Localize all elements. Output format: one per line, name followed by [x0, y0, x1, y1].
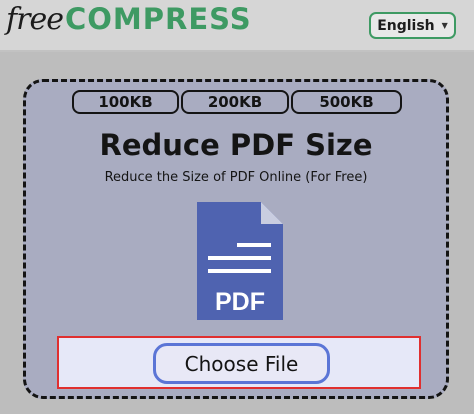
pdf-icon-label: PDF — [215, 288, 265, 316]
page-title: Reduce PDF Size — [99, 128, 373, 162]
size-preset-500kb[interactable]: 500KB — [291, 90, 402, 114]
page-subtitle: Reduce the Size of PDF Online (For Free) — [104, 170, 368, 185]
pdf-file-icon: PDF — [197, 202, 283, 320]
language-label: English — [377, 17, 435, 34]
choose-file-button[interactable]: Choose File — [153, 343, 330, 384]
size-preset-group: 100KB 200KB 500KB — [72, 90, 402, 114]
logo-name: COMPRESS — [64, 2, 252, 36]
site-logo[interactable]: free COMPRESS — [6, 2, 252, 46]
site-header: free COMPRESS English ▼ — [0, 0, 474, 52]
upload-card: 100KB 200KB 500KB Reduce PDF Size Reduce… — [23, 79, 449, 399]
language-selector[interactable]: English ▼ — [369, 12, 456, 39]
file-drop-zone[interactable]: Choose File — [57, 336, 421, 389]
size-preset-200kb[interactable]: 200KB — [181, 90, 289, 114]
logo-prefix: free — [6, 2, 64, 37]
caret-down-icon: ▼ — [441, 21, 448, 30]
size-preset-100kb[interactable]: 100KB — [72, 90, 179, 114]
